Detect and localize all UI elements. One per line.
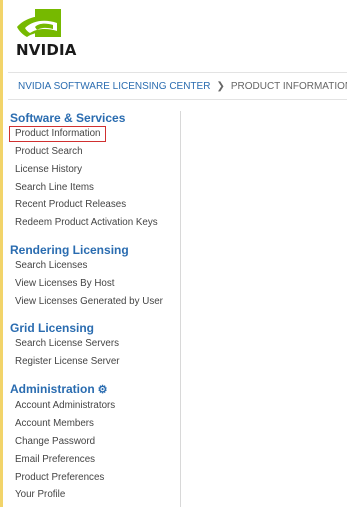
section-title-rendering-licensing: Rendering Licensing: [10, 243, 129, 257]
sidebar-item-account-administrators[interactable]: Account Administrators: [15, 399, 115, 413]
sidebar-item-register-license-server[interactable]: Register License Server: [15, 355, 120, 369]
breadcrumb-current: PRODUCT INFORMATION :: [230, 80, 347, 92]
sidebar-item-redeem-activation-keys[interactable]: Redeem Product Activation Keys: [15, 216, 158, 230]
section-title-software-services: Software & Services: [10, 111, 126, 125]
page: NVIDIA NVIDIA SOFTWARE LICENSING CENTER …: [0, 0, 347, 507]
chevron-right-icon: ❯: [216, 80, 225, 92]
left-accent-strip: [0, 0, 3, 507]
sidebar-item-search-licenses[interactable]: Search Licenses: [15, 259, 87, 273]
breadcrumb-root-link[interactable]: NVIDIA SOFTWARE LICENSING CENTER: [18, 81, 210, 92]
sidebar-item-license-history[interactable]: License History: [15, 163, 82, 177]
sidebar-item-product-preferences[interactable]: Product Preferences: [15, 471, 104, 485]
sidebar-item-account-members[interactable]: Account Members: [15, 417, 94, 431]
nvidia-wordmark: NVIDIA: [16, 41, 77, 59]
sidebar-item-product-information[interactable]: Product Information: [9, 126, 106, 142]
section-title-grid-licensing: Grid Licensing: [10, 321, 95, 335]
gear-icon: ⚙: [97, 384, 108, 396]
administration-title-label: Administration: [10, 382, 95, 396]
sidebar-item-recent-product-releases[interactable]: Recent Product Releases: [15, 198, 126, 212]
breadcrumb: NVIDIA SOFTWARE LICENSING CENTER ❯ PRODU…: [8, 72, 347, 100]
sidebar-item-view-licenses-by-host[interactable]: View Licenses By Host: [15, 277, 114, 291]
sidebar-item-your-profile[interactable]: Your Profile: [15, 488, 65, 502]
sidebar-item-view-licenses-by-user[interactable]: View Licenses Generated by User: [15, 295, 163, 309]
sidebar-item-search-license-servers[interactable]: Search License Servers: [15, 337, 119, 351]
sidebar-item-email-preferences[interactable]: Email Preferences: [15, 453, 95, 467]
sidebar-nav: Software & Services Product Information …: [4, 111, 181, 507]
section-title-administration: Administration ⚙: [10, 382, 108, 396]
sidebar-item-search-line-items[interactable]: Search Line Items: [15, 181, 94, 195]
sidebar-item-product-search[interactable]: Product Search: [15, 145, 83, 159]
sidebar-item-change-password[interactable]: Change Password: [15, 435, 95, 449]
